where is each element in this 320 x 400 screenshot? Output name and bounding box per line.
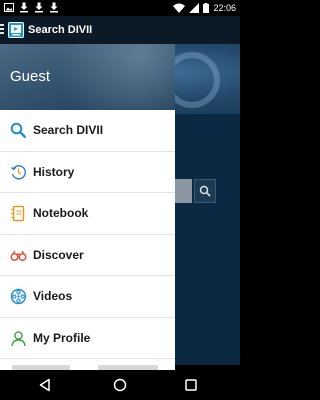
drawer-item-label: Discover [33,247,84,262]
system-status: 22:06 [173,2,236,14]
background-search-button [194,179,216,203]
app-toolbar: Search DIVII [0,16,240,44]
drawer-item-history[interactable]: History [0,152,175,193]
history-icon [10,164,27,181]
search-icon [199,185,211,197]
navigation-drawer: Guest Search DIVII History Notebook Disc… [0,44,175,370]
drawer-toggle-icon[interactable] [0,24,5,36]
drawer-item-my-profile[interactable]: My Profile [0,318,175,359]
drawer-item-videos[interactable]: Videos [0,276,175,318]
app-logo-icon[interactable] [8,22,24,38]
drawer-item-discover[interactable]: Discover [0,235,175,276]
back-icon[interactable] [37,377,53,393]
drawer-item-label: Videos [33,289,73,303]
user-icon [10,330,27,347]
search-icon [10,122,27,139]
drawer-menu: Search DIVII History Notebook Discover V… [0,110,175,359]
recents-icon[interactable] [183,377,199,393]
status-bar: 22:06 [0,0,240,16]
user-name: Guest [10,68,51,85]
drawer-item-notebook[interactable]: Notebook [0,193,175,235]
film-reel-icon [10,288,27,305]
drawer-item-search-divii[interactable]: Search DIVII [0,110,175,152]
download-icon [20,2,28,13]
drawer-item-label: Notebook [33,206,89,220]
download-icon [50,2,58,13]
clock: 22:06 [213,3,236,13]
notification-icons [4,2,59,13]
battery-icon [203,3,210,13]
image-notification-icon [4,3,14,12]
home-icon[interactable] [112,377,128,393]
drawer-item-label: Search DIVII [33,123,104,137]
drawer-item-label: My Profile [33,330,91,345]
wifi-icon [173,3,186,13]
background-search-input [175,179,192,203]
binoculars-icon [10,247,27,264]
notebook-icon [10,205,27,222]
download-icon [35,2,43,13]
drawer-item-label: History [33,164,75,179]
navigation-bar [0,370,240,400]
drawer-footer [0,362,175,370]
toolbar-title: Search DIVII [28,24,93,36]
drawer-header: Guest [0,44,175,110]
signal-icon [189,3,200,13]
